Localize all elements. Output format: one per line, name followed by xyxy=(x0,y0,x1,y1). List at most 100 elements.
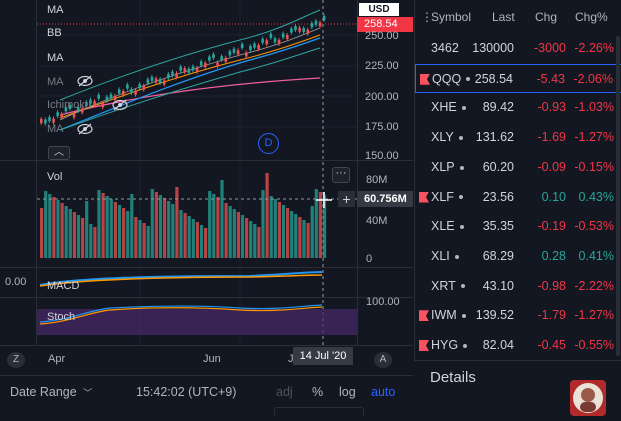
volume-bar xyxy=(154,192,158,258)
date-range-button[interactable]: Date Range ﹀ xyxy=(10,385,92,399)
auto-toggle[interactable]: auto xyxy=(371,385,395,399)
volume-bar xyxy=(253,224,257,258)
dividends-badge[interactable]: D xyxy=(258,133,279,154)
market-status-dot-icon xyxy=(459,224,464,229)
percent-toggle[interactable]: % xyxy=(312,385,323,399)
header-chg[interactable]: Chg xyxy=(535,10,557,24)
volume-bar xyxy=(245,218,249,258)
market-status-dot-icon xyxy=(461,106,466,111)
volume-bar xyxy=(187,216,191,258)
volume-bar xyxy=(117,205,122,258)
watchlist-chg-percent: -1.03% xyxy=(574,100,614,115)
watchlist-scrollbar[interactable] xyxy=(616,36,620,356)
volume-bar xyxy=(265,173,269,258)
watchlist-row-xli[interactable]: XLI 68.29 0.28 0.41% xyxy=(415,242,621,271)
volume-bar xyxy=(281,205,286,258)
macd-indicator-label[interactable]: MACD xyxy=(47,280,79,292)
header-symbol[interactable]: Symbol xyxy=(431,10,471,24)
chart-area[interactable]: MA BB MA MA Ichimoku MA ︿ D USD 258.54 2… xyxy=(0,0,413,375)
eye-hidden-icon[interactable] xyxy=(76,74,94,88)
flag-icon[interactable] xyxy=(419,340,429,351)
watchlist-last: 35.35 xyxy=(482,219,514,234)
price-axis[interactable]: USD 258.54 250.00 225.00 200.00 175.00 1… xyxy=(357,0,413,162)
candle-body xyxy=(204,63,207,67)
stoch-indicator-label[interactable]: Stoch xyxy=(47,311,75,323)
candle-body xyxy=(154,78,158,83)
candle-body xyxy=(224,57,228,62)
volume-bar xyxy=(208,191,212,258)
volume-bar xyxy=(167,201,171,258)
ma-indicator-label[interactable]: MA xyxy=(47,4,64,16)
log-toggle[interactable]: log xyxy=(339,385,356,399)
volume-bar xyxy=(113,202,117,258)
market-status-dot-icon xyxy=(463,343,468,348)
volume-bar xyxy=(269,196,273,258)
flag-icon[interactable] xyxy=(420,73,430,85)
candle-body xyxy=(257,45,260,50)
zoom-badge[interactable]: Z xyxy=(7,352,25,368)
watchlist-row-xle[interactable]: XLE 35.35 -0.19 -0.53% xyxy=(415,212,621,241)
volume-bar xyxy=(76,215,81,258)
time-tick: Apr xyxy=(48,353,66,365)
volume-bar xyxy=(101,193,105,258)
auto-scale-badge[interactable]: A xyxy=(374,352,392,368)
avatar[interactable] xyxy=(570,380,606,416)
watchlist-row-iwm[interactable]: IWM 139.52 -1.79 -1.27% xyxy=(415,301,621,330)
ma-indicator-label[interactable]: MA xyxy=(47,52,64,64)
price-tick: 250.00 xyxy=(365,30,399,42)
eye-hidden-icon[interactable] xyxy=(111,98,129,112)
candle-body xyxy=(199,61,203,66)
eye-hidden-icon[interactable] xyxy=(76,122,94,136)
flag-icon[interactable] xyxy=(419,191,429,203)
volume-bar xyxy=(310,206,314,258)
collapse-legend-button[interactable]: ︿ xyxy=(48,146,70,160)
volume-bar xyxy=(191,219,195,258)
candle-body xyxy=(117,89,121,94)
candle-body xyxy=(48,117,51,122)
time-axis[interactable]: Z Apr Jun Jul 14 Jul '20 A xyxy=(0,345,413,375)
volume-bar xyxy=(158,195,163,258)
volume-bar xyxy=(126,211,130,258)
add-plus-button[interactable]: + xyxy=(338,191,355,207)
details-title[interactable]: Details xyxy=(430,369,476,386)
watchlist-chg-percent: -2.06% xyxy=(573,71,613,86)
watchlist-row-xhe[interactable]: XHE 89.42 -0.93 -1.03% xyxy=(415,93,621,122)
watchlist-last: 68.29 xyxy=(482,248,514,263)
watchlist-row-hyg[interactable]: HYG 82.04 -0.45 -0.55% xyxy=(415,331,621,360)
details-panel[interactable]: Details xyxy=(414,360,621,416)
watchlist-row-qqq[interactable]: QQQ 258.54 -5.43 -2.06% xyxy=(415,63,621,93)
volume-bar xyxy=(138,220,142,258)
volume-bar xyxy=(277,202,281,258)
header-chg-percent[interactable]: Chg% xyxy=(575,10,608,24)
ma-indicator-label-hidden[interactable]: MA xyxy=(47,123,64,135)
watchlist-row-xlp[interactable]: XLP 60.20 -0.09 -0.15% xyxy=(415,153,621,182)
volume-bar xyxy=(109,199,113,258)
ma-indicator-label-hidden[interactable]: MA xyxy=(47,76,64,88)
watchlist-symbol: XLY xyxy=(431,130,463,144)
currency-label[interactable]: USD xyxy=(359,3,399,16)
volume-bar xyxy=(68,209,72,258)
candle-body xyxy=(232,48,236,53)
flag-icon[interactable] xyxy=(419,310,429,322)
watchlist-chg: -0.09 xyxy=(537,159,567,174)
candle-body xyxy=(261,38,264,43)
volume-bar xyxy=(236,212,240,258)
candle-body xyxy=(93,101,96,106)
market-status-dot-icon xyxy=(454,254,459,259)
ichimoku-indicator-label[interactable]: Ichimoku xyxy=(47,99,91,111)
watchlist-row-3462[interactable]: 3462 130000 -3000 -2.26% xyxy=(415,34,621,63)
watchlist-chg: -0.45 xyxy=(537,338,567,352)
volume-bar xyxy=(298,217,302,258)
watchlist-row-xly[interactable]: XLY 131.62 -1.69 -1.27% xyxy=(415,123,621,152)
header-last[interactable]: Last xyxy=(492,10,515,24)
watchlist-row-xrt[interactable]: XRT 43.10 -0.98 -2.22% xyxy=(415,272,621,301)
clock-time[interactable]: 15:42:02 (UTC+9) xyxy=(136,385,236,399)
watchlist-row-xlf[interactable]: XLF 23.56 0.10 0.43% xyxy=(415,183,621,212)
volume-indicator-label[interactable]: Vol xyxy=(47,171,62,183)
adj-toggle[interactable]: adj xyxy=(276,385,293,399)
candle-body xyxy=(158,78,162,83)
candle-body xyxy=(72,113,76,118)
volume-bar xyxy=(212,194,216,258)
more-options-button[interactable]: ··· xyxy=(332,167,350,183)
bb-indicator-label[interactable]: BB xyxy=(47,27,62,39)
